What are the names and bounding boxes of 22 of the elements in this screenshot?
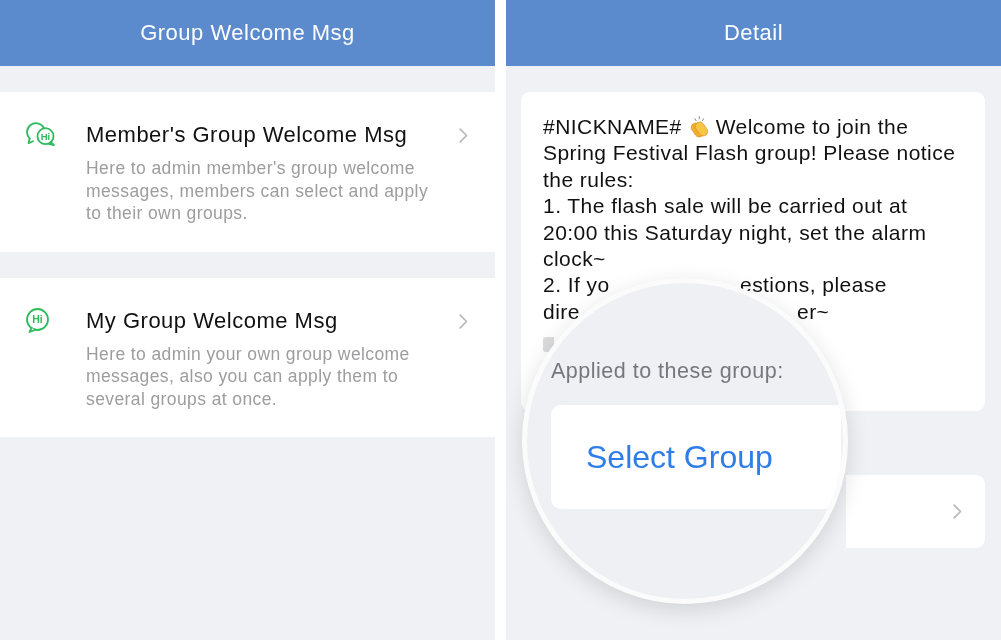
nickname-tag: #NICKNAME# xyxy=(543,114,682,141)
menu-row[interactable] xyxy=(846,475,985,548)
screen-title: Detail xyxy=(723,20,784,46)
chevron-right-icon xyxy=(459,128,468,143)
item-title: My Group Welcome Msg xyxy=(86,307,339,334)
select-group-button[interactable]: Select Group xyxy=(551,405,841,509)
item-description: Here to admin member's group welcome messages, members can select and apply to their own groups. xyxy=(86,157,430,225)
list-item[interactable]: Hi Member's Group Welcome Msg Here to admin member's group welcome messages, members can select and apply to their own groups. xyxy=(0,92,495,252)
section-label: Applied to these group: xyxy=(551,359,785,384)
list-item[interactable]: Hi My Group Welcome Msg Here to admin your own group welcome messages, also you can apply them to several groups at once. xyxy=(0,277,495,437)
chevron-right-icon xyxy=(953,504,962,519)
clapping-hands-icon xyxy=(688,115,710,139)
message-text: dire xyxy=(543,299,580,323)
item-description: Here to admin your own group welcome messages, also you can apply them to several groups at once. xyxy=(86,342,411,410)
message-text: er~ xyxy=(797,299,830,323)
message-text: Welcome to join the xyxy=(715,114,909,140)
chevron-right-icon xyxy=(459,313,468,329)
item-title: Member's Group Welcome Msg xyxy=(86,122,409,148)
chat-bubble-icon: Hi xyxy=(26,307,49,333)
message-text: estions, please xyxy=(740,273,887,297)
message-text: 2. If yo xyxy=(543,273,610,297)
screen-title: Group Welcome Msg xyxy=(140,20,355,46)
